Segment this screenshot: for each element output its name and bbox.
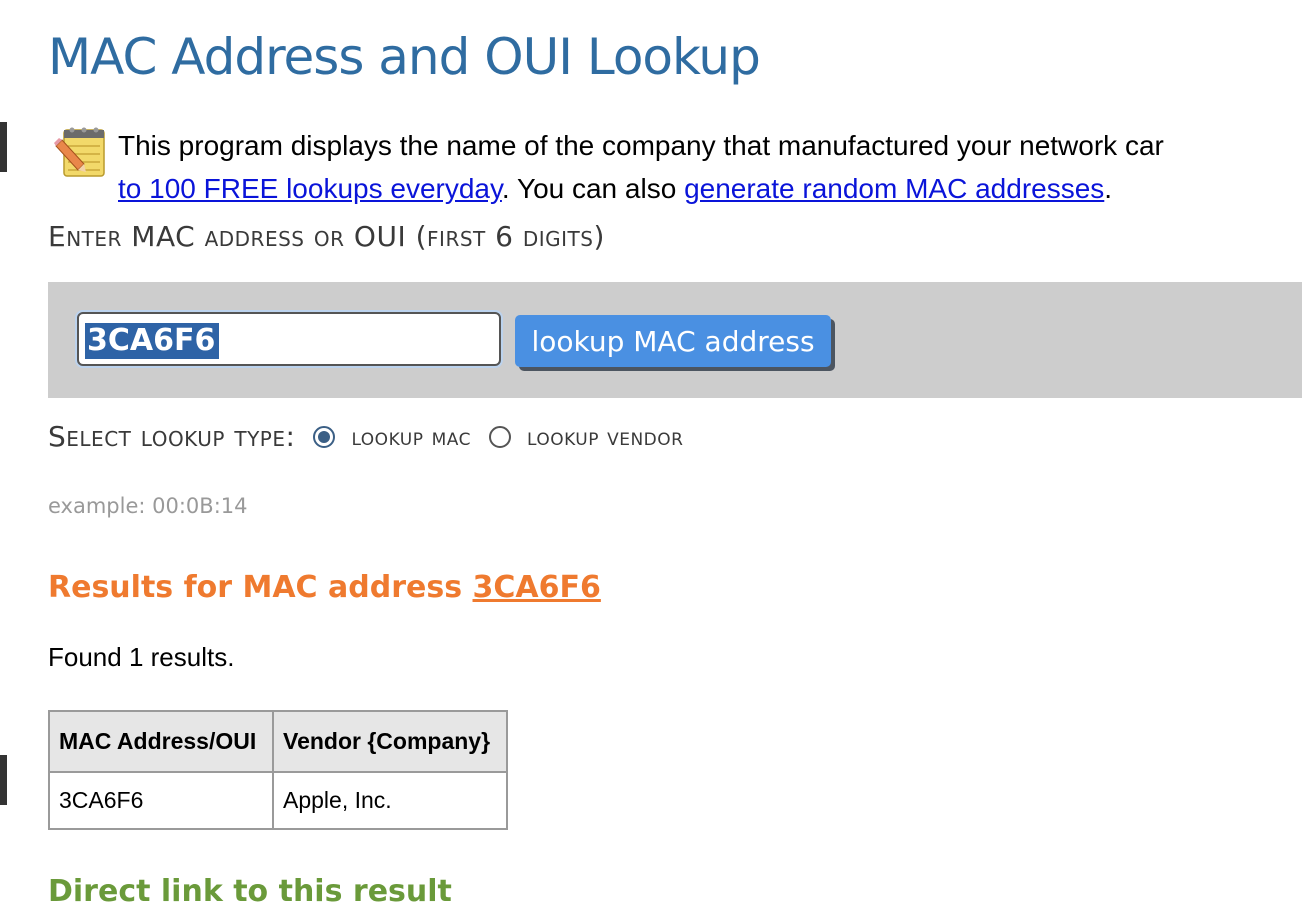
table-row: 3CA6F6 Apple, Inc. bbox=[48, 771, 508, 830]
results-heading: Results for MAC address 3CA6F6 bbox=[48, 570, 601, 605]
intro-paragraph: This program displays the name of the co… bbox=[118, 124, 1302, 210]
mac-address-input[interactable]: 3CA6F6 bbox=[77, 312, 501, 366]
lookup-mac-address-button[interactable]: lookup MAC address bbox=[515, 315, 831, 367]
lookup-form-bar: 3CA6F6 lookup MAC address bbox=[48, 282, 1302, 398]
notepad-pencil-icon bbox=[54, 124, 110, 180]
lookup-type-selector: Select lookup type: lookup mac lookup ve… bbox=[48, 420, 683, 453]
lookup-mac-radio[interactable] bbox=[313, 425, 336, 448]
example-hint: example: 00:0B:14 bbox=[48, 494, 248, 518]
column-header-vendor: Vendor {Company} bbox=[272, 710, 508, 773]
found-results-count: Found 1 results. bbox=[48, 642, 235, 672]
page-title: MAC Address and OUI Lookup bbox=[48, 28, 761, 86]
left-edge-marker bbox=[0, 122, 7, 172]
lookup-vendor-label[interactable]: lookup vendor bbox=[527, 423, 684, 451]
mac-address-input-value: 3CA6F6 bbox=[85, 323, 220, 359]
free-lookups-link[interactable]: to 100 FREE lookups everyday bbox=[118, 173, 502, 204]
results-table: MAC Address/OUI Vendor {Company} 3CA6F6 … bbox=[48, 710, 508, 830]
lookup-vendor-radio[interactable] bbox=[488, 425, 511, 448]
table-header-row: MAC Address/OUI Vendor {Company} bbox=[48, 710, 508, 773]
results-mac-link[interactable]: 3CA6F6 bbox=[473, 570, 601, 605]
column-header-mac: MAC Address/OUI bbox=[48, 710, 274, 773]
intro-text-1: This program displays the name of the co… bbox=[118, 130, 1164, 161]
intro-text-2: . You can also bbox=[501, 173, 685, 204]
lookup-mac-label[interactable]: lookup mac bbox=[351, 423, 471, 451]
cell-mac-address: 3CA6F6 bbox=[48, 771, 274, 830]
generate-random-mac-link[interactable]: generate random MAC addresses bbox=[684, 173, 1104, 204]
select-lookup-type-label: Select lookup type: bbox=[48, 420, 296, 453]
direct-link-heading: Direct link to this result bbox=[48, 874, 452, 909]
enter-mac-label: Enter MAC address or OUI (first 6 digits… bbox=[48, 220, 605, 253]
results-heading-prefix: Results for MAC address bbox=[48, 570, 473, 605]
cell-vendor: Apple, Inc. bbox=[272, 771, 508, 830]
left-edge-marker bbox=[0, 755, 7, 805]
intro-text-3: . bbox=[1104, 173, 1113, 204]
